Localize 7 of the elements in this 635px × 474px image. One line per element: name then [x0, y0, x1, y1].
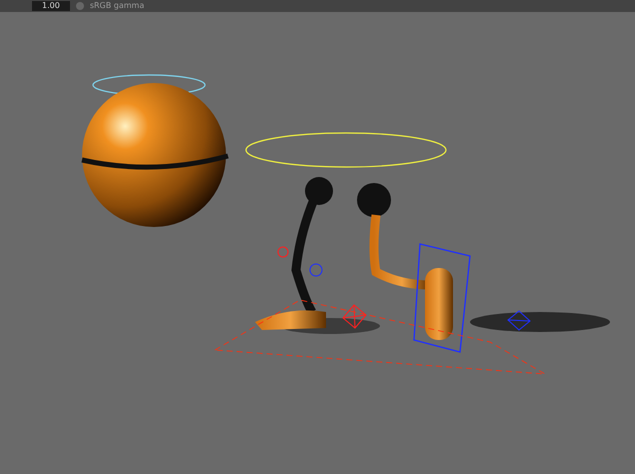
- rig-control-drawing[interactable]: [214, 243, 546, 374]
- toggle-icon[interactable]: [76, 2, 84, 10]
- color-space-label: sRGB gamma: [90, 1, 144, 11]
- halo-ring[interactable]: [245, 132, 447, 168]
- sphere-drawing[interactable]: [82, 83, 229, 227]
- gamma-value-field[interactable]: 1.00: [32, 1, 70, 11]
- character-legs-drawing[interactable]: [255, 177, 453, 340]
